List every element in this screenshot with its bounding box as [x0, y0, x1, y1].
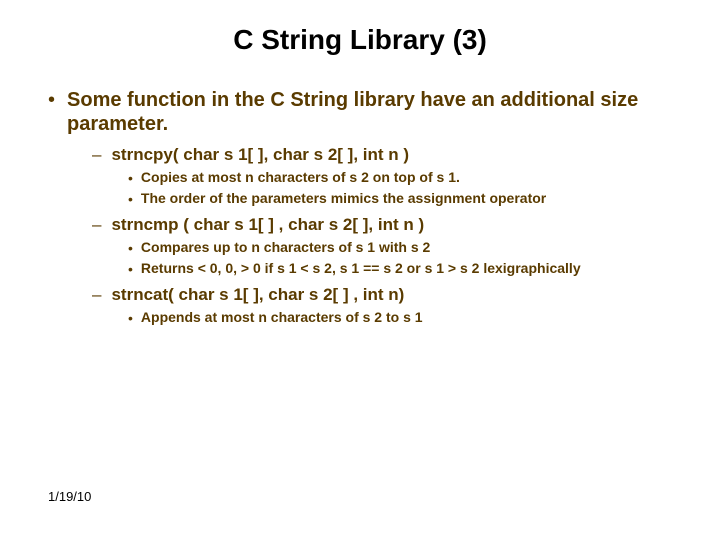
bullet-level2: – strncpy( char s 1[ ], char s 2[ ], int…: [92, 144, 672, 166]
function-signature: strncat( char s 1[ ], char s 2[ ] , int …: [111, 284, 404, 306]
dash-icon: –: [92, 144, 101, 166]
description-text: Returns < 0, 0, > 0 if s 1 < s 2, s 1 ==…: [141, 259, 581, 277]
bullet-level3: • Compares up to n characters of s 1 wit…: [128, 238, 672, 257]
bullet-level3: • The order of the parameters mimics the…: [128, 189, 672, 208]
slide: C String Library (3) • Some function in …: [0, 0, 720, 540]
dash-icon: –: [92, 284, 101, 306]
function-signature: strncpy( char s 1[ ], char s 2[ ], int n…: [111, 144, 409, 166]
description-text: The order of the parameters mimics the a…: [141, 189, 546, 207]
description-text: Appends at most n characters of s 2 to s…: [141, 308, 423, 326]
bullet-dot-icon: •: [48, 88, 55, 112]
dash-icon: –: [92, 214, 101, 236]
bullet-level3: • Appends at most n characters of s 2 to…: [128, 308, 672, 327]
function-signature: strncmp ( char s 1[ ] , char s 2[ ], int…: [111, 214, 424, 236]
bullet-dot-icon: •: [128, 260, 133, 278]
bullet-level1: • Some function in the C String library …: [48, 88, 672, 136]
bullet-level3: • Returns < 0, 0, > 0 if s 1 < s 2, s 1 …: [128, 259, 672, 278]
footer-date: 1/19/10: [48, 489, 91, 504]
description-text: Copies at most n characters of s 2 on to…: [141, 168, 460, 186]
bullet-dot-icon: •: [128, 309, 133, 327]
bullet-level2: – strncat( char s 1[ ], char s 2[ ] , in…: [92, 284, 672, 306]
description-text: Compares up to n characters of s 1 with …: [141, 238, 430, 256]
slide-title: C String Library (3): [0, 24, 720, 56]
bullet-dot-icon: •: [128, 169, 133, 187]
bullet-level3: • Copies at most n characters of s 2 on …: [128, 168, 672, 187]
bullet-dot-icon: •: [128, 190, 133, 208]
bullet-level1-text: Some function in the C String library ha…: [67, 88, 672, 136]
bullet-dot-icon: •: [128, 239, 133, 257]
bullet-level2: – strncmp ( char s 1[ ] , char s 2[ ], i…: [92, 214, 672, 236]
